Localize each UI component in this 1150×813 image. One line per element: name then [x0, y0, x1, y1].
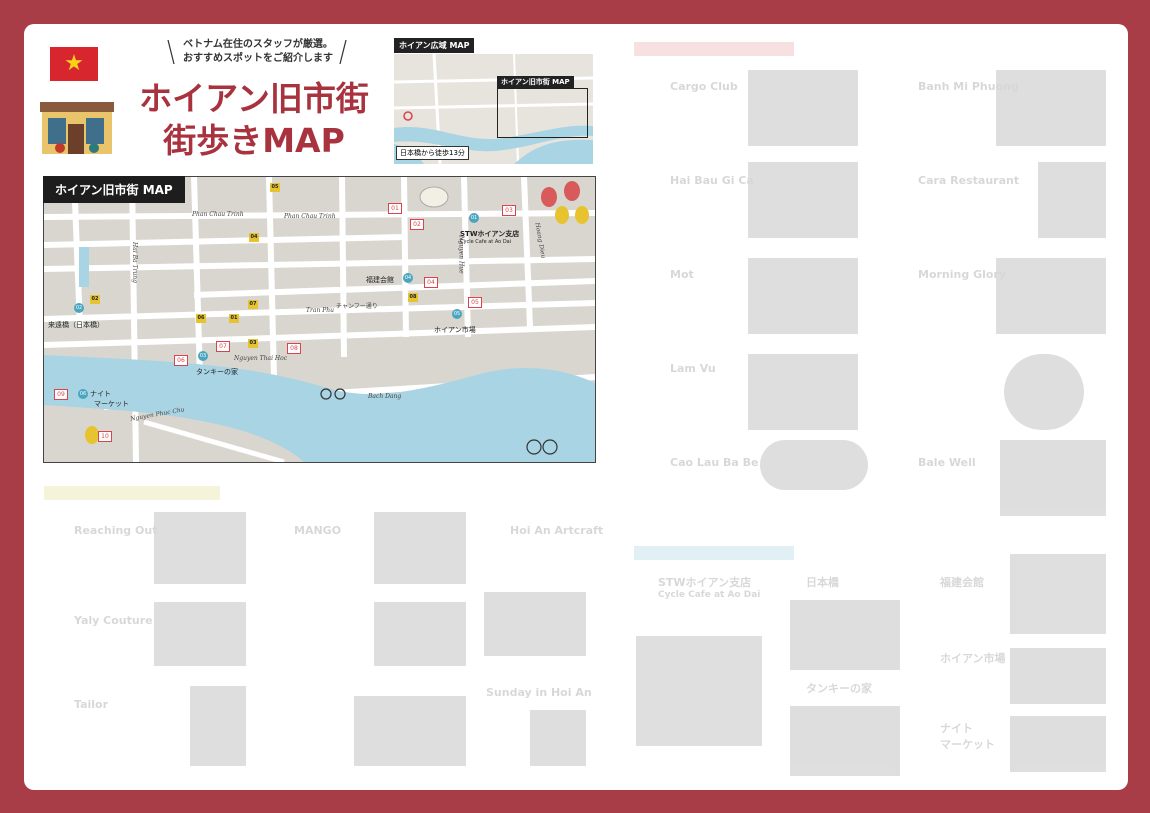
eatery-marker[interactable]: 01 [388, 203, 402, 214]
faded-shop: MANGO [294, 524, 342, 537]
street-label: Tran Phu [306, 307, 334, 314]
vietnam-flag-icon: ★ [50, 47, 98, 81]
spot-marker[interactable]: 07 [248, 300, 258, 309]
street-label: チャンフー通り [336, 303, 378, 310]
eatery-marker[interactable]: 05 [468, 297, 482, 308]
place-label: タンキーの家 [196, 368, 238, 376]
faded-shop: Sunday in Hoi An [486, 686, 592, 699]
faded-sight: ホイアン市場 [940, 652, 1006, 665]
map-pin[interactable]: 02 [74, 303, 84, 313]
faded-shop: Yaly Couture [74, 614, 153, 627]
faded-name: Mot [670, 268, 694, 281]
map-pin[interactable]: 05 [452, 309, 462, 319]
old-town-map-label: ホイアン旧市街 MAP [43, 176, 185, 203]
faded-shopping-panel: Reaching Out MANGO Hoi An Artcraft Yaly … [40, 480, 603, 770]
wide-area-map-label: ホイアン広域 MAP [394, 38, 475, 53]
spot-marker[interactable]: 04 [249, 233, 259, 242]
faded-sight: 福建会館 [940, 576, 984, 589]
place-label: ナイト [90, 390, 111, 398]
faded-name: Banh Mi Phuong [918, 80, 1019, 93]
faded-sights-panel: STWホイアン支店 Cycle Cafe at Ao Dai 日本橋 福建会館 … [630, 540, 1110, 780]
spot-marker[interactable]: 03 [248, 339, 258, 348]
street-label: Bach Dang [368, 393, 402, 400]
street-label: Phan Chau Trinh [192, 211, 244, 218]
eatery-marker[interactable]: 09 [54, 389, 68, 400]
page-title: ホイアン旧市街 街歩きMAP [126, 78, 382, 162]
place-label: ホイアン市場 [434, 326, 476, 334]
spot-marker[interactable]: 05 [270, 183, 280, 192]
faded-sight: 日本橋 [806, 576, 839, 589]
eatery-marker[interactable]: 04 [424, 277, 438, 288]
eatery-marker[interactable]: 08 [287, 343, 301, 354]
old-town-map[interactable]: Phan Chau Trinh Phan Chau Trinh Hai Ba T… [43, 176, 596, 463]
faded-name: Hai Bau Gi Ca [670, 174, 754, 187]
faded-name: Cao Lau Ba Be [670, 456, 759, 469]
place-label: STWホイアン支店 [460, 230, 520, 238]
faded-shop: Reaching Out [74, 524, 158, 537]
faded-sight: タンキーの家 [806, 682, 872, 695]
street-label: Nguyen Thai Hoc [234, 355, 288, 362]
eatery-marker[interactable]: 07 [216, 341, 230, 352]
eatery-marker[interactable]: 03 [502, 205, 516, 216]
faded-restaurant-panel: Cargo Club Banh Mi Phuong Hai Bau Gi Ca … [630, 36, 1110, 526]
faded-sight: STWホイアン支店 [658, 576, 752, 589]
faded-sight: マーケット [940, 738, 995, 751]
map-pin[interactable]: 06 [78, 389, 88, 399]
faded-shop: Hoi An Artcraft [510, 524, 604, 537]
spot-marker[interactable]: 02 [90, 295, 100, 304]
faded-name: Cargo Club [670, 80, 738, 93]
title-line-1: ホイアン旧市街 [139, 79, 369, 118]
eatery-marker[interactable]: 10 [98, 431, 112, 442]
old-town-map-outline-label: ホイアン旧市街 MAP [497, 76, 574, 88]
walk-note: 日本橋から徒歩13分 [396, 146, 469, 160]
faded-name: Bale Well [918, 456, 976, 469]
place-label: 福建会館 [366, 276, 394, 284]
faded-name: Morning Glory [918, 268, 1007, 281]
faded-name: Lam Vu [670, 362, 716, 375]
faded-sight: Cycle Cafe at Ao Dai [658, 590, 761, 600]
place-label: Cycle Cafe at Ao Dai [460, 239, 512, 245]
old-town-map-outline [497, 88, 588, 138]
spot-marker[interactable]: 01 [229, 314, 239, 323]
faded-shop: Tailor [74, 698, 109, 711]
map-pin[interactable]: 04 [403, 273, 413, 283]
faded-name: Cara Restaurant [918, 174, 1020, 187]
place-label: マーケット [94, 400, 129, 408]
title-line-2: 街歩きMAP [163, 121, 345, 160]
street-label: Phan Chau Trinh [284, 213, 336, 220]
eatery-marker[interactable]: 02 [410, 219, 424, 230]
eatery-marker[interactable]: 06 [174, 355, 188, 366]
spot-marker[interactable]: 08 [408, 293, 418, 302]
shopfront-illustration-icon [40, 102, 114, 154]
spot-marker[interactable]: 06 [196, 314, 206, 323]
tagline-brackets [167, 39, 347, 65]
map-pin[interactable]: 01 [469, 213, 479, 223]
map-pin[interactable]: 03 [198, 351, 208, 361]
place-label: 来遠橋（日本橋） [48, 321, 104, 329]
street-label: Hai Ba Trung [130, 242, 138, 283]
faded-sight: ナイト [940, 722, 973, 735]
